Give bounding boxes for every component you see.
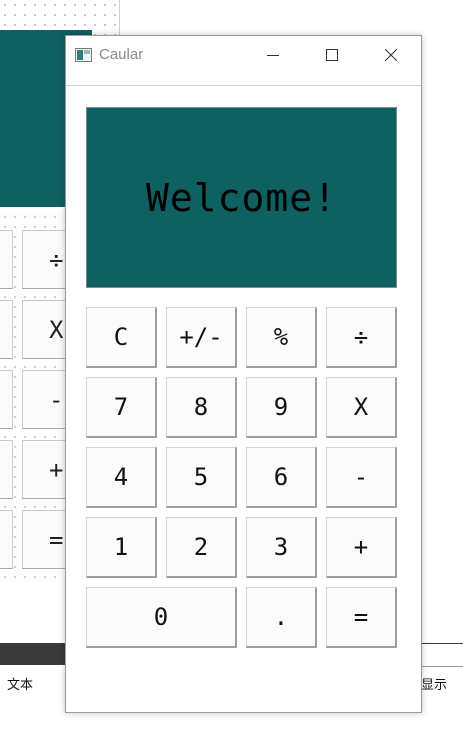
- calculator-window: Caular Welcome! C +/- % ÷ 7 8 9 X 4 5 6 …: [65, 35, 422, 713]
- key-percent[interactable]: %: [246, 307, 317, 368]
- background-key-left: [0, 370, 13, 429]
- key-7[interactable]: 7: [86, 377, 157, 438]
- background-status-right: 显示: [421, 677, 448, 692]
- key-0[interactable]: 0: [86, 587, 237, 648]
- key-9[interactable]: 9: [246, 377, 317, 438]
- key-6[interactable]: 6: [246, 447, 317, 508]
- background-key-left: [0, 510, 13, 569]
- title-bar[interactable]: Caular: [66, 36, 421, 86]
- background-key-left: [0, 300, 13, 359]
- minimize-icon: [267, 55, 279, 56]
- key-add[interactable]: +: [326, 517, 397, 578]
- key-multiply[interactable]: X: [326, 377, 397, 438]
- close-icon: [385, 49, 397, 61]
- key-4[interactable]: 4: [86, 447, 157, 508]
- background-divider: [420, 643, 463, 644]
- key-8[interactable]: 8: [166, 377, 237, 438]
- window-title: Caular: [99, 46, 144, 63]
- key-5[interactable]: 5: [166, 447, 237, 508]
- close-button[interactable]: [362, 36, 420, 74]
- key-decimal[interactable]: .: [246, 587, 317, 648]
- calculator-display: Welcome!: [86, 107, 397, 288]
- background-divider: [420, 666, 463, 667]
- key-clear[interactable]: C: [86, 307, 157, 368]
- background-status-left: 文本: [7, 677, 34, 692]
- maximize-icon: [326, 49, 338, 61]
- background-key-left: [0, 230, 13, 289]
- key-2[interactable]: 2: [166, 517, 237, 578]
- key-equals[interactable]: =: [326, 587, 397, 648]
- key-1[interactable]: 1: [86, 517, 157, 578]
- key-subtract[interactable]: -: [326, 447, 397, 508]
- maximize-button[interactable]: [303, 36, 361, 74]
- background-dark-bar: [0, 643, 66, 665]
- background-key-left: [0, 440, 13, 499]
- display-text: Welcome!: [145, 175, 338, 220]
- key-3[interactable]: 3: [246, 517, 317, 578]
- app-icon: [75, 48, 92, 62]
- key-plus-minus[interactable]: +/-: [166, 307, 237, 368]
- key-divide[interactable]: ÷: [326, 307, 397, 368]
- minimize-button[interactable]: [244, 36, 302, 74]
